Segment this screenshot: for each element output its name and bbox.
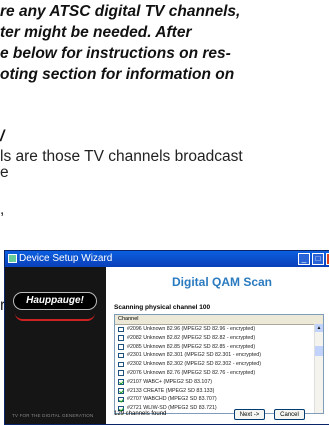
bold-line-3: e below for instructions on res- <box>0 44 231 64</box>
scan-status: Scanning physical channel 100 <box>114 304 210 311</box>
window-controls: _ □ × <box>298 253 329 265</box>
maximize-icon[interactable]: □ <box>312 253 324 265</box>
window-titlebar[interactable]: Device Setup Wizard _ □ × <box>5 251 329 267</box>
app-icon <box>8 254 17 263</box>
channel-row[interactable]: #2133 CREATE (MPEG2 SD 83.133) <box>115 387 323 396</box>
brand-panel: Hauppauge! TV FOR THE DIGITAL GENERATION <box>5 267 106 424</box>
bold-line-2: ter might be needed. After <box>0 23 191 43</box>
minimize-icon[interactable]: _ <box>298 253 310 265</box>
channel-label: #2107 WABC+ (MPEG2 SD 83.107) <box>127 379 212 385</box>
channel-label: #2707 WABCHD (MPEG2 SD 83.707) <box>127 396 217 402</box>
scroll-up-icon[interactable]: ▲ <box>315 324 323 332</box>
channel-row[interactable]: #2301 Unknown 82.301 (MPEG2 SD 82.301 - … <box>115 351 323 360</box>
channel-label: #2133 CREATE (MPEG2 SD 83.133) <box>127 388 214 394</box>
channel-row[interactable]: #2076 Unknown 82.76 (MPEG2 SD 82.76 - en… <box>115 369 323 378</box>
unchecked-checkbox[interactable] <box>118 344 124 350</box>
channel-label: #2096 Unknown 82.96 (MPEG2 SD 82.96 - en… <box>127 326 255 332</box>
body-line-1: ls are those TV channels broadcast <box>0 147 243 167</box>
page-title: Digital QAM Scan <box>106 275 329 289</box>
body-line-3: , <box>0 200 4 220</box>
body-line-2: e <box>0 163 9 183</box>
unchecked-checkbox[interactable] <box>118 353 124 359</box>
window-title: Device Setup Wizard <box>19 253 112 264</box>
channel-rows: #2096 Unknown 82.96 (MPEG2 SD 82.96 - en… <box>115 325 323 414</box>
unchecked-checkbox[interactable] <box>118 370 124 376</box>
checked-checkbox[interactable] <box>118 379 124 385</box>
channel-row[interactable]: #2096 Unknown 82.96 (MPEG2 SD 82.96 - en… <box>115 325 323 334</box>
unchecked-checkbox[interactable] <box>118 335 124 341</box>
channels-found: 129 channels found <box>114 411 166 417</box>
channel-row[interactable]: #2107 WABC+ (MPEG2 SD 83.107) <box>115 378 323 387</box>
cancel-button[interactable]: Cancel <box>274 409 305 420</box>
hauppauge-logo: Hauppauge! <box>13 292 97 310</box>
channel-column-header[interactable]: Channel <box>115 315 323 325</box>
unchecked-checkbox[interactable] <box>118 362 124 368</box>
channel-label: #2085 Unknown 82.85 (MPEG2 SD 82.85 - en… <box>127 344 255 350</box>
device-setup-wizard-window: Device Setup Wizard _ □ × Hauppauge! TV … <box>4 250 329 425</box>
channel-label: #2076 Unknown 82.76 (MPEG2 SD 82.76 - en… <box>127 370 255 376</box>
channel-row[interactable]: #2707 WABCHD (MPEG2 SD 83.707) <box>115 395 323 404</box>
checked-checkbox[interactable] <box>118 388 124 394</box>
scroll-thumb[interactable] <box>315 346 323 356</box>
checked-checkbox[interactable] <box>118 397 124 403</box>
brand-tagline: TV FOR THE DIGITAL GENERATION <box>12 413 93 418</box>
channel-row[interactable]: #2082 Unknown 82.82 (MPEG2 SD 82.82 - en… <box>115 334 323 343</box>
channel-label: #2301 Unknown 82.301 (MPEG2 SD 82.301 - … <box>127 352 261 358</box>
channel-label: #2082 Unknown 82.82 (MPEG2 SD 82.82 - en… <box>127 335 255 341</box>
logo-swoosh-icon <box>15 313 95 321</box>
channel-row[interactable]: #2085 Unknown 82.85 (MPEG2 SD 82.85 - en… <box>115 343 323 352</box>
wizard-content: Digital QAM Scan Scanning physical chann… <box>106 267 329 424</box>
heading-fragment: / <box>0 127 4 147</box>
next-button[interactable]: Next -> <box>234 409 265 420</box>
unchecked-checkbox[interactable] <box>118 327 124 333</box>
channel-list[interactable]: Channel #2096 Unknown 82.96 (MPEG2 SD 82… <box>114 314 324 414</box>
bold-line-4: oting section for information on <box>0 65 234 85</box>
bold-line-1: re any ATSC digital TV channels, <box>0 2 240 22</box>
list-scrollbar[interactable]: ▲ <box>314 324 323 413</box>
channel-label: #2302 Unknown 82.302 (MPEG2 SD 82.302 - … <box>127 361 261 367</box>
channel-row[interactable]: #2302 Unknown 82.302 (MPEG2 SD 82.302 - … <box>115 360 323 369</box>
